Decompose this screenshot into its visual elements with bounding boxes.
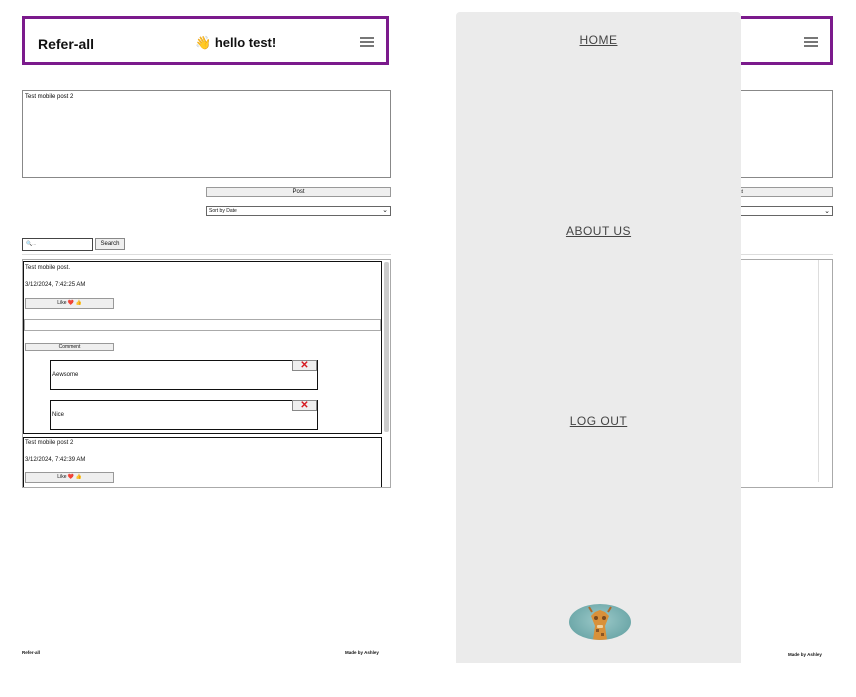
footer-credit: Made by Ashley (788, 652, 822, 657)
app-header (737, 16, 833, 65)
comment-text: Nice (52, 412, 65, 418)
hamburger-icon[interactable] (360, 37, 374, 47)
divider (22, 254, 391, 255)
wave-icon: 👋 (195, 35, 212, 50)
giraffe-avatar[interactable] (569, 604, 631, 640)
chevron-down-icon: ⌄ (824, 208, 830, 215)
like-button[interactable]: Like ❤️ 👍 (25, 298, 114, 309)
search-button[interactable]: Search (95, 238, 125, 250)
menu-item-log-out[interactable]: LOG OUT (456, 414, 741, 428)
sort-select[interactable]: ⌄ (737, 206, 833, 216)
post-button[interactable]: Post (206, 187, 391, 197)
scrollbar[interactable] (384, 262, 389, 432)
greeting-text: hello test! (214, 35, 277, 50)
post-card: Test mobile post. 3/12/2024, 7:42:25 AM … (23, 261, 382, 434)
comment-input[interactable] (24, 319, 381, 331)
footer-credit: Made by Ashley (345, 650, 379, 655)
menu-item-home[interactable]: HOME (456, 33, 741, 47)
like-button[interactable]: Like ❤️ 👍 (25, 472, 114, 483)
divider (737, 254, 833, 255)
sort-select[interactable]: Sort by Date ⌄ (206, 206, 391, 216)
post-button[interactable]: st (737, 187, 833, 197)
hamburger-icon[interactable] (804, 37, 818, 47)
post-feed[interactable]: Test mobile post. 3/12/2024, 7:42:25 AM … (22, 259, 391, 488)
comment-button[interactable]: Comment (25, 343, 114, 351)
post-textarea[interactable] (737, 90, 833, 178)
post-title: Test mobile post. (25, 265, 71, 271)
comment-item: Aewsome ✕ (50, 360, 318, 390)
post-card: Test mobile post 2 3/12/2024, 7:42:39 AM… (23, 437, 382, 487)
menu-item-about-us[interactable]: ABOUT US (456, 224, 741, 238)
sort-selected: Sort by Date (209, 208, 237, 214)
app-header: Refer-all 👋 hello test! (22, 16, 389, 65)
right-screen: st ⌄ Made by Ashley HOME ABOUT US LOG OU… (397, 0, 856, 697)
comment-item: Nice ✕ (50, 400, 318, 430)
post-title: Test mobile post 2 (25, 440, 74, 446)
post-date: 3/12/2024, 7:42:39 AM (25, 457, 86, 463)
close-icon[interactable]: ✕ (292, 360, 317, 371)
left-screen: Refer-all 👋 hello test! Test mobile post… (0, 0, 398, 697)
footer-brand: Refer-all (22, 650, 41, 655)
greeting: 👋 hello test! (195, 35, 276, 51)
comment-text: Aewsome (52, 372, 79, 378)
brand-logo[interactable]: Refer-all (38, 36, 94, 52)
post-textarea[interactable]: Test mobile post 2 (22, 90, 391, 178)
search-input[interactable]: 🔍... (22, 238, 93, 251)
post-feed[interactable] (737, 259, 833, 488)
chevron-down-icon: ⌄ (382, 207, 388, 214)
post-date: 3/12/2024, 7:42:25 AM (25, 282, 86, 288)
close-icon[interactable]: ✕ (292, 400, 317, 411)
nav-drawer: HOME ABOUT US LOG OUT (456, 12, 741, 663)
